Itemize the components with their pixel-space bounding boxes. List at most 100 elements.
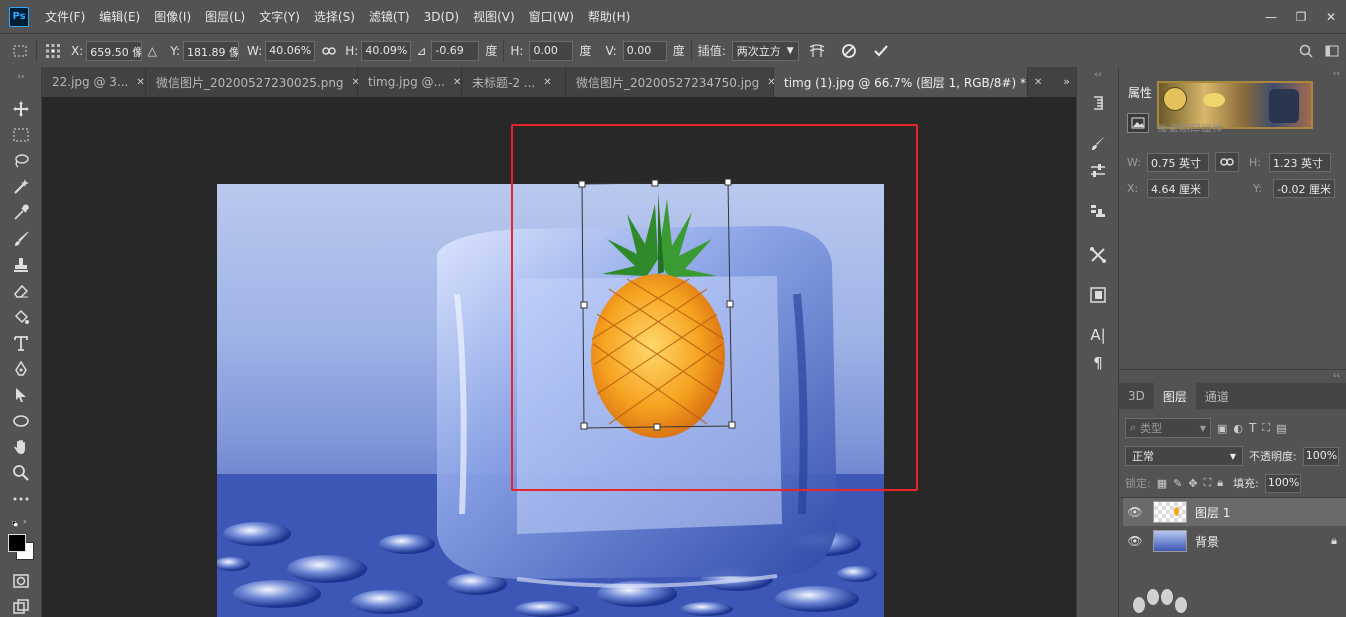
adjustments-icon[interactable]	[1088, 161, 1108, 181]
warp-mode-icon[interactable]	[807, 41, 827, 61]
quick-mask-icon[interactable]	[10, 570, 32, 592]
tool-presets-icon[interactable]	[1088, 245, 1108, 265]
collapse-toolbar-icon[interactable]: ››	[10, 71, 32, 83]
brush-tool-icon[interactable]	[10, 228, 32, 250]
search-icon[interactable]	[1296, 41, 1316, 61]
layer-name[interactable]: 图层 1	[1195, 504, 1230, 521]
h-skew-input[interactable]: 0.00	[529, 40, 574, 61]
menu-help[interactable]: 帮助(H)	[588, 8, 630, 25]
close-window-button[interactable]: ✕	[1316, 0, 1346, 33]
menu-view[interactable]: 视图(V)	[473, 8, 515, 25]
magic-wand-icon[interactable]	[10, 176, 32, 198]
prop-x-input[interactable]: 4.64 厘米	[1147, 179, 1209, 198]
y-position-input[interactable]: 181.89 像素	[183, 40, 240, 61]
fill-input[interactable]: 100%	[1264, 473, 1301, 493]
menu-window[interactable]: 窗口(W)	[529, 8, 574, 25]
default-colors-icon[interactable]	[4, 512, 38, 534]
filter-adjustment-icon[interactable]: ◐	[1233, 422, 1243, 435]
layer-row-background[interactable]: 👁︎ 背景 🔒︎	[1123, 527, 1346, 555]
foreground-color-swatch[interactable]	[8, 534, 26, 552]
hand-tool-icon[interactable]	[10, 436, 32, 458]
delta-icon[interactable]: △	[142, 41, 162, 61]
collapse-panel-icon[interactable]: ‹‹	[1333, 69, 1340, 79]
lock-transparent-icon[interactable]: ▦	[1157, 477, 1167, 490]
layer-row-layer-1[interactable]: 👁︎ 图层 1	[1123, 498, 1346, 526]
workspace-icon[interactable]	[1322, 41, 1342, 61]
menu-image[interactable]: 图像(I)	[154, 8, 191, 25]
cancel-transform-icon[interactable]	[839, 41, 859, 61]
link-icon[interactable]	[319, 41, 339, 61]
type-tool-icon[interactable]	[10, 332, 32, 354]
libraries-icon[interactable]	[1088, 285, 1108, 305]
history-icon[interactable]	[1088, 93, 1108, 113]
filter-pixel-icon[interactable]: ▣	[1217, 422, 1227, 435]
v-skew-input[interactable]: 0.00	[622, 40, 667, 61]
layer-name[interactable]: 背景	[1195, 533, 1219, 550]
tab-22-jpg[interactable]: 22.jpg @ 3... ✕	[42, 67, 146, 97]
prop-y-input[interactable]: -0.02 厘米	[1273, 179, 1335, 198]
properties-tab[interactable]: 属性	[1119, 79, 1162, 105]
menu-select[interactable]: 选择(S)	[314, 8, 355, 25]
eyedropper-icon[interactable]	[10, 202, 32, 224]
x-position-input[interactable]: 659.50 像素	[86, 40, 143, 61]
menu-layer[interactable]: 图层(L)	[205, 8, 245, 25]
width-percent-input[interactable]: 40.06%	[265, 40, 316, 61]
prop-width-input[interactable]: 0.75 英寸	[1147, 152, 1209, 172]
restore-button[interactable]: ❐	[1286, 0, 1316, 33]
lock-all-icon[interactable]: 🔒︎	[1217, 476, 1223, 490]
commit-transform-icon[interactable]	[871, 41, 891, 61]
lasso-tool-icon[interactable]	[10, 150, 32, 172]
tab-overflow-icon[interactable]: »	[1063, 75, 1070, 88]
filter-type-icon[interactable]: T	[1249, 421, 1256, 435]
reference-point-icon[interactable]	[43, 41, 63, 61]
eraser-icon[interactable]	[10, 280, 32, 302]
collapse-layers-icon[interactable]: ‹‹	[1333, 371, 1340, 381]
rotation-angle-input[interactable]: -0.69	[431, 40, 480, 61]
collapse-strip-icon[interactable]: ‹‹	[1088, 69, 1108, 81]
tab-timg-jpg[interactable]: timg.jpg @... ✕	[358, 67, 462, 97]
height-percent-input[interactable]: 40.09%	[361, 40, 412, 61]
blend-mode-select[interactable]: 正常 ▼	[1125, 446, 1243, 466]
clone-source-icon[interactable]	[1088, 202, 1108, 222]
more-tools-icon[interactable]	[10, 488, 32, 510]
pen-tool-icon[interactable]	[10, 358, 32, 380]
tab-3d[interactable]: 3D	[1119, 383, 1154, 409]
menu-type[interactable]: 文字(Y)	[259, 8, 300, 25]
lock-image-icon[interactable]: ✎	[1173, 477, 1182, 490]
link-icon[interactable]	[1215, 152, 1239, 172]
minimize-button[interactable]: —	[1256, 0, 1286, 33]
tab-channels[interactable]: 通道	[1196, 383, 1238, 409]
brush-settings-icon[interactable]	[1088, 133, 1108, 153]
lock-artboard-icon[interactable]: ⛶	[1204, 476, 1212, 490]
visibility-eye-icon[interactable]: 👁︎	[1123, 505, 1147, 519]
lock-position-icon[interactable]: ✥	[1188, 477, 1197, 490]
close-icon[interactable]: ✕	[1034, 77, 1042, 88]
tab-wechat-230025[interactable]: 微信图片_20200527230025.png ✕	[146, 67, 360, 97]
photoshop-logo[interactable]: Ps	[9, 6, 29, 27]
ellipse-tool-icon[interactable]	[10, 410, 32, 432]
menu-filter[interactable]: 滤镜(T)	[369, 8, 410, 25]
close-icon[interactable]: ✕	[453, 77, 461, 88]
menu-3d[interactable]: 3D(D)	[424, 10, 459, 24]
tab-timg-1-active[interactable]: timg (1).jpg @ 66.7% (图层 1, RGB/8#) * ✕	[774, 67, 1042, 97]
transform-tool-icon[interactable]	[10, 41, 30, 61]
interpolation-select[interactable]: 两次立方 ▼	[731, 40, 799, 61]
zoom-tool-icon[interactable]	[10, 462, 32, 484]
color-swatches[interactable]	[8, 534, 36, 562]
filter-shape-icon[interactable]: ⛶	[1262, 421, 1270, 435]
move-tool-icon[interactable]	[10, 98, 32, 120]
screen-mode-icon[interactable]	[10, 596, 32, 617]
filter-smart-object-icon[interactable]: ▤	[1276, 422, 1286, 435]
menu-file[interactable]: 文件(F)	[45, 8, 85, 25]
character-icon[interactable]: A|	[1088, 325, 1108, 345]
path-selection-icon[interactable]	[10, 384, 32, 406]
tab-untitled-2[interactable]: 未标题-2 ... ✕	[462, 67, 566, 97]
close-icon[interactable]: ✕	[543, 77, 551, 88]
tab-wechat-234750[interactable]: 微信图片_20200527234750.jpg ✕	[566, 67, 776, 97]
visibility-eye-icon[interactable]: 👁︎	[1123, 534, 1147, 548]
menu-edit[interactable]: 编辑(E)	[99, 8, 140, 25]
paint-bucket-icon[interactable]	[10, 306, 32, 328]
close-icon[interactable]: ✕	[136, 77, 144, 88]
clone-stamp-icon[interactable]	[10, 254, 32, 276]
marquee-tool-icon[interactable]	[10, 124, 32, 146]
